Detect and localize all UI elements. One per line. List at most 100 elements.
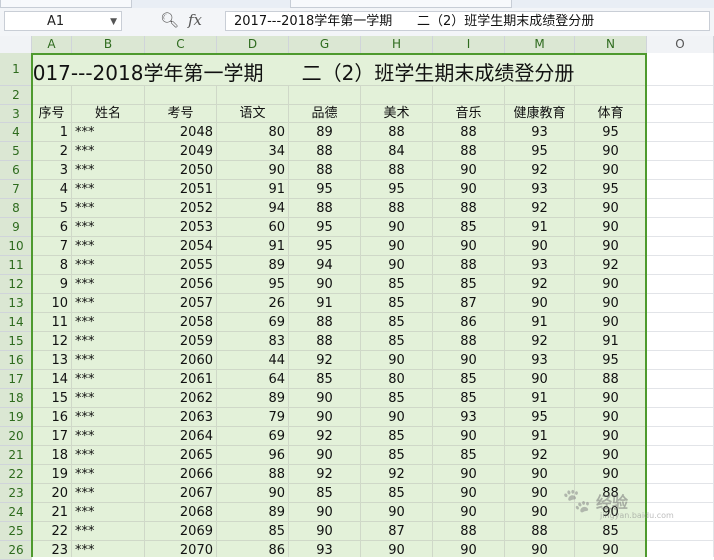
data-cell[interactable]: 88 bbox=[361, 123, 433, 142]
data-cell[interactable]: 90 bbox=[433, 180, 505, 199]
data-cell[interactable]: 93 bbox=[289, 541, 361, 557]
data-cell[interactable]: 85 bbox=[433, 275, 505, 294]
data-cell[interactable]: 2069 bbox=[145, 522, 217, 541]
data-cell[interactable]: 89 bbox=[217, 503, 289, 522]
name-cell[interactable]: *** bbox=[72, 256, 145, 275]
cell-empty-o[interactable] bbox=[647, 332, 714, 351]
header-cell-0[interactable]: 序号 bbox=[32, 105, 72, 123]
data-cell[interactable]: 26 bbox=[217, 294, 289, 313]
name-cell[interactable]: *** bbox=[72, 313, 145, 332]
name-cell[interactable]: *** bbox=[72, 351, 145, 370]
data-cell[interactable]: 85 bbox=[361, 446, 433, 465]
data-cell[interactable]: 95 bbox=[575, 180, 647, 199]
data-cell[interactable]: 2066 bbox=[145, 465, 217, 484]
cell-empty-o[interactable] bbox=[647, 351, 714, 370]
data-cell[interactable]: 15 bbox=[32, 389, 72, 408]
data-cell[interactable]: 90 bbox=[575, 275, 647, 294]
cell-r2-c6[interactable] bbox=[433, 86, 505, 105]
cell-empty-o[interactable] bbox=[647, 465, 714, 484]
data-cell[interactable]: 95 bbox=[289, 218, 361, 237]
row-header-3[interactable]: 3 bbox=[0, 105, 32, 123]
row-header-11[interactable]: 11 bbox=[0, 256, 32, 275]
row-header-1[interactable]: 1 bbox=[0, 53, 32, 86]
row-header-21[interactable]: 21 bbox=[0, 446, 32, 465]
cell-r2-c8[interactable] bbox=[575, 86, 647, 105]
row-header-22[interactable]: 22 bbox=[0, 465, 32, 484]
cell-empty-o[interactable] bbox=[647, 199, 714, 218]
function-icon[interactable]: fx bbox=[188, 11, 202, 29]
data-cell[interactable]: 95 bbox=[217, 275, 289, 294]
data-cell[interactable]: 91 bbox=[505, 218, 575, 237]
data-cell[interactable]: 92 bbox=[289, 427, 361, 446]
data-cell[interactable]: 88 bbox=[289, 199, 361, 218]
data-cell[interactable]: 92 bbox=[505, 161, 575, 180]
data-cell[interactable]: 90 bbox=[433, 351, 505, 370]
data-cell[interactable]: 92 bbox=[505, 446, 575, 465]
row-header-26[interactable]: 26 bbox=[0, 541, 32, 560]
data-cell[interactable]: 2053 bbox=[145, 218, 217, 237]
name-cell[interactable]: *** bbox=[72, 275, 145, 294]
name-cell[interactable]: *** bbox=[72, 389, 145, 408]
data-cell[interactable]: 2057 bbox=[145, 294, 217, 313]
data-cell[interactable]: 14 bbox=[32, 370, 72, 389]
data-cell[interactable]: 13 bbox=[32, 351, 72, 370]
data-cell[interactable]: 2054 bbox=[145, 237, 217, 256]
data-cell[interactable]: 90 bbox=[433, 541, 505, 557]
cell-r2-c9[interactable] bbox=[647, 86, 714, 105]
data-cell[interactable]: 2064 bbox=[145, 427, 217, 446]
name-cell[interactable]: *** bbox=[72, 541, 145, 557]
data-cell[interactable]: 2058 bbox=[145, 313, 217, 332]
data-cell[interactable]: 85 bbox=[361, 313, 433, 332]
data-cell[interactable]: 91 bbox=[505, 313, 575, 332]
data-cell[interactable]: 90 bbox=[505, 484, 575, 503]
row-header-7[interactable]: 7 bbox=[0, 180, 32, 199]
row-header-5[interactable]: 5 bbox=[0, 142, 32, 161]
name-cell[interactable]: *** bbox=[72, 142, 145, 161]
data-cell[interactable]: 91 bbox=[217, 237, 289, 256]
data-cell[interactable]: 89 bbox=[217, 256, 289, 275]
data-cell[interactable]: 90 bbox=[575, 408, 647, 427]
data-cell[interactable]: 22 bbox=[32, 522, 72, 541]
data-cell[interactable]: 85 bbox=[361, 332, 433, 351]
data-cell[interactable]: 90 bbox=[575, 503, 647, 522]
column-header-o[interactable]: O bbox=[647, 36, 714, 53]
data-cell[interactable]: 88 bbox=[433, 256, 505, 275]
data-cell[interactable]: 16 bbox=[32, 408, 72, 427]
data-cell[interactable]: 92 bbox=[505, 332, 575, 351]
data-cell[interactable]: 90 bbox=[289, 275, 361, 294]
data-cell[interactable]: 88 bbox=[433, 199, 505, 218]
data-cell[interactable]: 90 bbox=[505, 465, 575, 484]
data-cell[interactable]: 95 bbox=[361, 180, 433, 199]
data-cell[interactable]: 80 bbox=[217, 123, 289, 142]
row-header-4[interactable]: 4 bbox=[0, 123, 32, 142]
data-cell[interactable]: 90 bbox=[433, 427, 505, 446]
column-header-b[interactable]: B bbox=[72, 36, 145, 53]
data-cell[interactable]: 92 bbox=[575, 256, 647, 275]
cell-r2-c3[interactable] bbox=[217, 86, 289, 105]
data-cell[interactable]: 90 bbox=[505, 503, 575, 522]
data-cell[interactable]: 90 bbox=[433, 161, 505, 180]
data-cell[interactable]: 88 bbox=[289, 313, 361, 332]
data-cell[interactable]: 9 bbox=[32, 275, 72, 294]
data-cell[interactable]: 91 bbox=[505, 427, 575, 446]
row-header-20[interactable]: 20 bbox=[0, 427, 32, 446]
data-cell[interactable]: 90 bbox=[505, 370, 575, 389]
name-cell[interactable]: *** bbox=[72, 370, 145, 389]
name-cell[interactable]: *** bbox=[72, 199, 145, 218]
column-header-n[interactable]: N bbox=[575, 36, 647, 53]
data-cell[interactable]: 92 bbox=[289, 351, 361, 370]
name-cell[interactable]: *** bbox=[72, 408, 145, 427]
data-cell[interactable]: 95 bbox=[505, 408, 575, 427]
name-cell[interactable]: *** bbox=[72, 332, 145, 351]
data-cell[interactable]: 83 bbox=[217, 332, 289, 351]
name-cell[interactable]: *** bbox=[72, 123, 145, 142]
data-cell[interactable]: 90 bbox=[575, 446, 647, 465]
name-cell[interactable]: *** bbox=[72, 484, 145, 503]
header-cell-4[interactable]: 品德 bbox=[289, 105, 361, 123]
data-cell[interactable]: 90 bbox=[505, 237, 575, 256]
data-cell[interactable]: 95 bbox=[505, 142, 575, 161]
header-cell-3[interactable]: 语文 bbox=[217, 105, 289, 123]
data-cell[interactable]: 6 bbox=[32, 218, 72, 237]
cell-r2-c4[interactable] bbox=[289, 86, 361, 105]
data-cell[interactable]: 2065 bbox=[145, 446, 217, 465]
